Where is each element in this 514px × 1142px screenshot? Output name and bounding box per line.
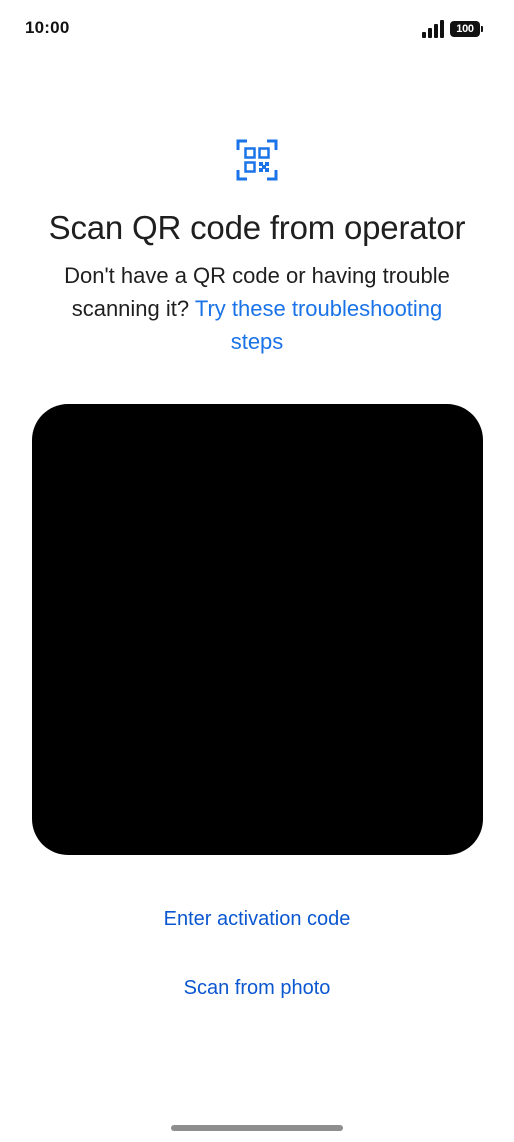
qr-code-scanner-icon bbox=[236, 139, 278, 181]
scan-from-photo-button[interactable]: Scan from photo bbox=[0, 977, 514, 1000]
troubleshooting-link[interactable]: Try these troubleshooting steps bbox=[195, 296, 442, 354]
page-title: Scan QR code from operator bbox=[48, 209, 466, 246]
home-indicator[interactable] bbox=[171, 1125, 343, 1131]
status-indicators: 100 bbox=[422, 20, 483, 38]
status-bar: 10:00 100 bbox=[0, 0, 514, 58]
subtitle: Don't have a QR code or having trouble s… bbox=[50, 259, 464, 358]
status-time: 10:00 bbox=[25, 18, 70, 37]
battery-level: 100 bbox=[456, 22, 474, 35]
battery-icon: 100 bbox=[450, 21, 483, 37]
signal-bars-icon bbox=[422, 20, 444, 38]
camera-viewfinder bbox=[32, 404, 483, 855]
enter-activation-code-button[interactable]: Enter activation code bbox=[0, 908, 514, 931]
